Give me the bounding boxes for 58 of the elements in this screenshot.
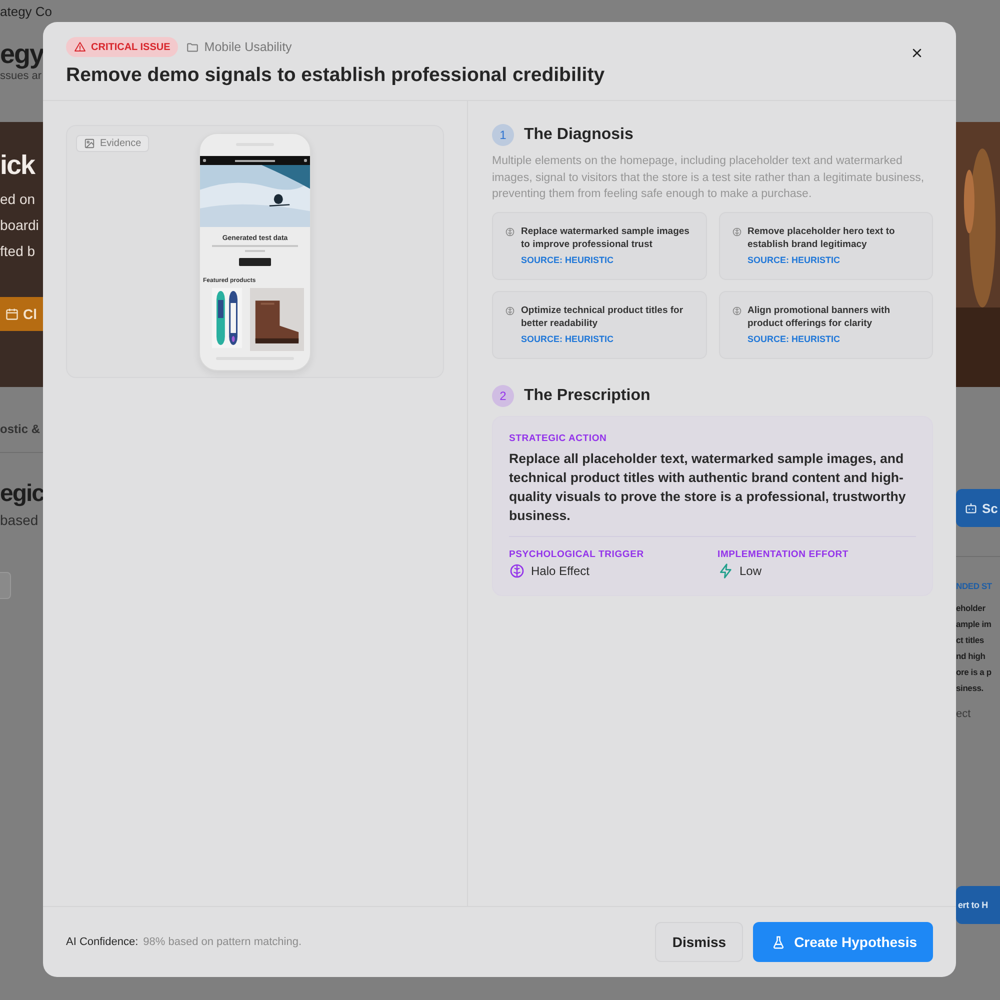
hero-text: boardi — [0, 217, 40, 233]
panel-text: nd high — [956, 650, 986, 663]
tab[interactable]: ostic & — [0, 422, 43, 436]
field-label: PSYCHOLOGICAL TRIGGER — [509, 548, 645, 560]
field-value: Low — [740, 564, 762, 578]
diagnosis-summary: Multiple elements on the homepage, including placeholder text and watermarked images, signal to visitors that the store is a test site rather than a legitimate business, preventing them from feeling safe enough to make a purchase. — [492, 154, 926, 202]
step-number: 1 — [492, 124, 514, 146]
action-button[interactable]: Sc — [956, 489, 1000, 527]
strategic-action: Replace all placeholder text, watermarked sample images, and technical product titles with authentic brand content and high-quality visuals to prove the store is a professional, trustworthy business. — [509, 450, 907, 524]
dismiss-button[interactable]: Dismiss — [655, 922, 744, 962]
category-label: Mobile Usability — [204, 40, 292, 54]
panel-text: eholder — [956, 602, 986, 615]
finding-text: Optimize technical product titles for better readability — [521, 304, 684, 330]
section-heading: The Diagnosis — [524, 126, 634, 144]
convert-button[interactable]: ert to H — [956, 886, 1000, 924]
panel-text: ore is a p — [956, 666, 992, 679]
panel-text: ct titles — [956, 634, 985, 647]
finding-source: SOURCE: HEURISTIC — [521, 254, 615, 264]
panel-text: siness. — [956, 682, 984, 695]
close-icon — [910, 46, 924, 60]
confidence-value: 98% based on pattern matching. — [143, 936, 303, 948]
modal-title: Remove demo signals to establish professional credibility — [66, 64, 606, 87]
breadcrumb[interactable]: ategy Co — [0, 4, 60, 19]
panel-text: ample im — [956, 618, 992, 631]
page-title: egy — [0, 39, 43, 70]
finding-text: Replace watermarked sample images to improve professional trust — [521, 224, 690, 250]
field-label: IMPLEMENTATION EFFORT — [718, 548, 850, 560]
warning-icon — [74, 41, 86, 53]
section-subtitle: based — [0, 512, 40, 528]
evidence-label: Evidence — [100, 138, 142, 149]
hero-text: fted b — [0, 243, 36, 259]
step-number: 2 — [492, 384, 514, 406]
create-button[interactable]: Create Hypothesis — [753, 922, 933, 962]
hero-button[interactable]: Cl — [0, 297, 43, 331]
image-icon — [84, 138, 95, 149]
finding-text: Align promotional banners with product offerings for clarity — [748, 304, 891, 330]
field-value: Halo Effect — [531, 564, 590, 578]
robot-icon — [964, 501, 978, 515]
finding-source: SOURCE: HEURISTIC — [748, 334, 842, 344]
severity-badge: CRITICAL ISSUE — [66, 37, 178, 57]
confidence-label: AI Confidence: — [66, 936, 138, 948]
section-title: egic — [0, 480, 43, 508]
flask-icon — [771, 934, 786, 950]
lightning-icon — [718, 562, 734, 578]
folder-icon — [186, 40, 200, 54]
hero-text: ed on — [0, 191, 36, 207]
panel-footer: ect — [956, 708, 1000, 720]
finding-source: SOURCE: HEURISTIC — [748, 254, 842, 264]
side-button[interactable] — [0, 572, 11, 599]
shop-button[interactable] — [239, 258, 271, 266]
hero-title: ick — [0, 150, 36, 181]
finding-source: SOURCE: HEURISTIC — [521, 334, 615, 344]
calendar-icon — [5, 307, 19, 321]
page-subtitle: ssues ar — [0, 70, 42, 82]
field-label: STRATEGIC ACTION — [509, 432, 608, 444]
section-heading: The Prescription — [524, 386, 650, 404]
panel-heading: NDED ST — [956, 581, 993, 591]
finding-text: Remove placeholder hero text to establish brand legitimacy — [748, 224, 896, 250]
